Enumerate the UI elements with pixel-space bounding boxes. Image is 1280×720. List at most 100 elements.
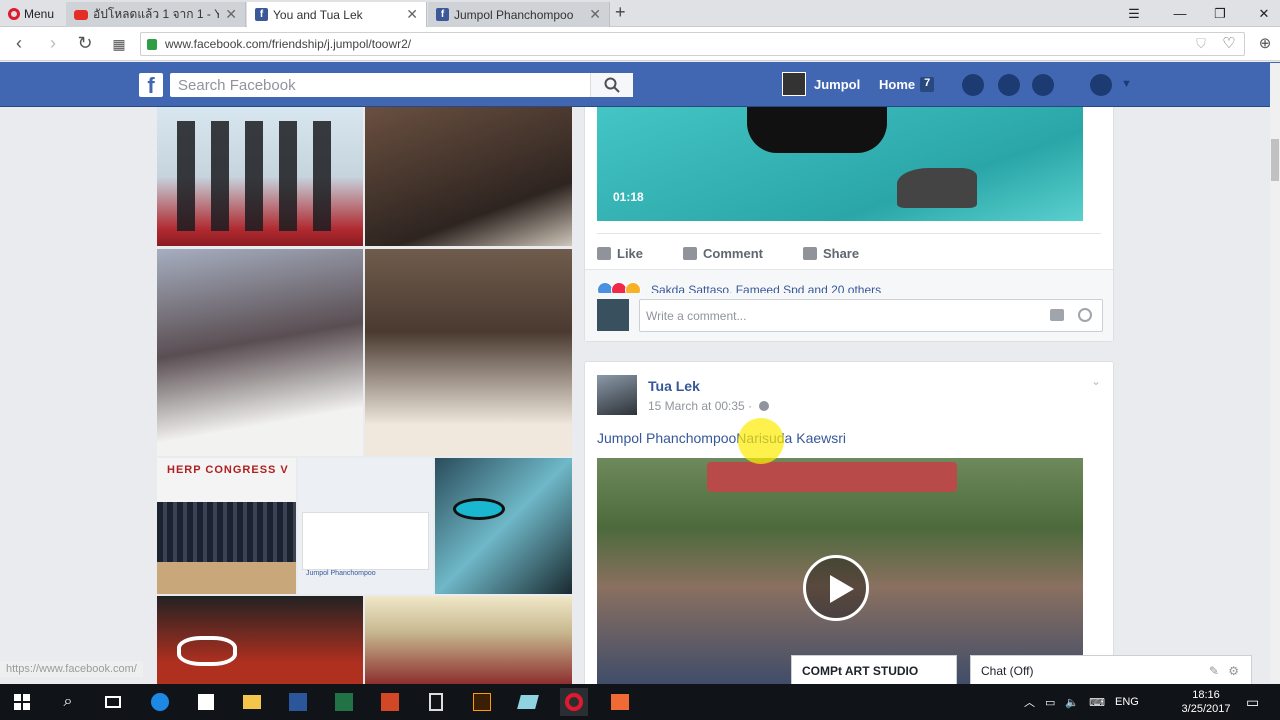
- photo-group-suits[interactable]: [157, 107, 363, 246]
- illustrator-icon[interactable]: [468, 688, 496, 716]
- home-label: Home: [879, 77, 916, 92]
- share-button[interactable]: Share: [802, 246, 859, 261]
- keyboard-icon[interactable]: ⌨: [1089, 696, 1105, 709]
- play-button[interactable]: [803, 555, 869, 621]
- clock-date: 3/25/2017: [1181, 703, 1231, 715]
- share-icon: [802, 246, 817, 260]
- sneaker-shape: [897, 168, 977, 208]
- windows-icon: [14, 694, 30, 710]
- comment-button[interactable]: Comment: [683, 246, 763, 261]
- chevron-down-icon[interactable]: ▼: [1121, 78, 1132, 90]
- new-message-icon[interactable]: ✎: [1209, 664, 1219, 678]
- avatar: [782, 72, 806, 96]
- people-silhouettes: [177, 121, 347, 231]
- heart-icon[interactable]: ♡: [1218, 34, 1240, 52]
- close-icon[interactable]: ✕: [225, 6, 237, 23]
- tab-menu-icon[interactable]: ☰: [1114, 0, 1154, 27]
- comment-icon: [683, 246, 698, 260]
- tagged-people[interactable]: Jumpol PhanchompooNarisuda Kaewsri: [597, 430, 846, 446]
- facebook-icon: f: [436, 8, 449, 21]
- page-scrollbar[interactable]: [1270, 63, 1280, 683]
- opera-taskbar-icon[interactable]: [560, 688, 588, 716]
- chat-tab-studio[interactable]: COMPt ART STUDIO: [791, 655, 957, 685]
- avatar: [597, 299, 629, 331]
- photo-glasses-face[interactable]: [157, 596, 363, 684]
- network-icon[interactable]: ▭: [1045, 696, 1055, 709]
- start-button[interactable]: [8, 688, 36, 716]
- like-button[interactable]: Like: [597, 246, 643, 261]
- action-center-icon[interactable]: ▭: [1246, 684, 1259, 720]
- post-time[interactable]: 15 March at 00:35 ·: [648, 399, 752, 413]
- tab-jumpol[interactable]: f Jumpol Phanchompoo ✕: [428, 2, 610, 27]
- word-icon[interactable]: [284, 688, 312, 716]
- photo-dinner-table[interactable]: [365, 107, 572, 246]
- photo-profile-screenshot[interactable]: Jumpol Phanchompoo: [298, 458, 433, 594]
- post-author[interactable]: Tua Lek: [648, 378, 700, 394]
- clock-time: 18:16: [1192, 689, 1220, 701]
- play-icon: [830, 575, 854, 603]
- tab-title: Jumpol Phanchompoo: [454, 7, 574, 22]
- opera-menu-button[interactable]: Menu: [0, 0, 64, 27]
- mini-card: [302, 512, 429, 570]
- back-button[interactable]: ‹: [8, 33, 30, 54]
- new-tab-button[interactable]: +: [615, 2, 626, 23]
- tab-you-and-tua-lek[interactable]: f You and Tua Lek ✕: [247, 2, 427, 27]
- chevron-up-icon[interactable]: ︿: [1024, 694, 1035, 710]
- tab-youtube[interactable]: อัปโหลดแล้ว 1 จาก 1 - YouTu ✕: [66, 2, 246, 27]
- powerpoint-icon[interactable]: [376, 688, 404, 716]
- notifications-globe-icon[interactable]: [1032, 74, 1054, 96]
- store-icon[interactable]: [192, 688, 220, 716]
- search-button[interactable]: [590, 73, 633, 97]
- camera-icon[interactable]: [1050, 309, 1064, 321]
- language-indicator[interactable]: ENG: [1115, 696, 1139, 708]
- profile-link[interactable]: Jumpol: [782, 72, 860, 96]
- scrollbar-thumb[interactable]: [1271, 139, 1279, 181]
- maximize-button[interactable]: ❐: [1200, 0, 1240, 27]
- chat-bar[interactable]: Chat (Off) ✎ ⚙: [970, 655, 1252, 685]
- search-icon[interactable]: ⌕: [54, 688, 82, 716]
- chevron-down-icon[interactable]: ⌄: [1091, 374, 1101, 388]
- speed-dial-icon[interactable]: ▦: [108, 36, 130, 53]
- photo-group-outdoor[interactable]: [365, 596, 572, 684]
- video-thumbnail[interactable]: [597, 458, 1083, 684]
- photo-herp-congress[interactable]: HERP CONGRESS V: [157, 458, 296, 594]
- video-post-card: 01:18 Like Comment Share Sakda Sattaso, …: [584, 107, 1114, 342]
- browser-tab-bar: Menu อัปโหลดแล้ว 1 จาก 1 - YouTu ✕ f You…: [0, 0, 1280, 27]
- messenger-icon[interactable]: [998, 74, 1020, 96]
- facebook-logo[interactable]: f: [139, 73, 163, 98]
- photo-group-dinner[interactable]: [365, 249, 572, 456]
- download-icon[interactable]: ⊕: [1254, 34, 1276, 52]
- system-tray[interactable]: ︿ ▭ 🔈 ⌨ ENG: [1024, 684, 1139, 720]
- friend-requests-icon[interactable]: [962, 74, 984, 96]
- search-placeholder: Search Facebook: [178, 76, 296, 94]
- mini-profile-name: Jumpol Phanchompoo: [306, 570, 376, 577]
- home-link[interactable]: Home 7: [879, 77, 935, 92]
- file-explorer-icon[interactable]: [238, 688, 266, 716]
- close-window-button[interactable]: ✕: [1244, 0, 1280, 27]
- photo-cartoon-avatar[interactable]: [435, 458, 572, 594]
- avatar[interactable]: [597, 375, 637, 415]
- excel-icon[interactable]: [330, 688, 358, 716]
- comment-label: Comment: [703, 245, 763, 261]
- url-field[interactable]: www.facebook.com/friendship/j.jumpol/too…: [140, 32, 1245, 56]
- help-icon[interactable]: [1090, 74, 1112, 96]
- edge-icon[interactable]: [146, 688, 174, 716]
- media-app-icon[interactable]: [606, 688, 634, 716]
- comment-input[interactable]: Write a comment...: [639, 299, 1103, 332]
- emoji-icon[interactable]: [1078, 308, 1092, 322]
- minimize-button[interactable]: —: [1160, 0, 1200, 27]
- shield-icon[interactable]: ⛉: [1190, 36, 1212, 52]
- video-thumbnail[interactable]: 01:18: [597, 107, 1083, 221]
- volume-icon[interactable]: 🔈: [1065, 696, 1079, 709]
- gear-icon[interactable]: ⚙: [1228, 664, 1239, 678]
- forward-button[interactable]: ›: [42, 33, 64, 54]
- task-view-icon[interactable]: [99, 688, 127, 716]
- close-icon[interactable]: ✕: [406, 6, 418, 23]
- search-input[interactable]: Search Facebook: [170, 73, 633, 97]
- calculator-icon[interactable]: [422, 688, 450, 716]
- reload-button[interactable]: ↻: [74, 33, 96, 54]
- photo-selfie-table[interactable]: [157, 249, 363, 456]
- app-icon[interactable]: [514, 688, 542, 716]
- clock[interactable]: 18:16 3/25/2017: [1178, 684, 1234, 720]
- close-icon[interactable]: ✕: [589, 6, 601, 23]
